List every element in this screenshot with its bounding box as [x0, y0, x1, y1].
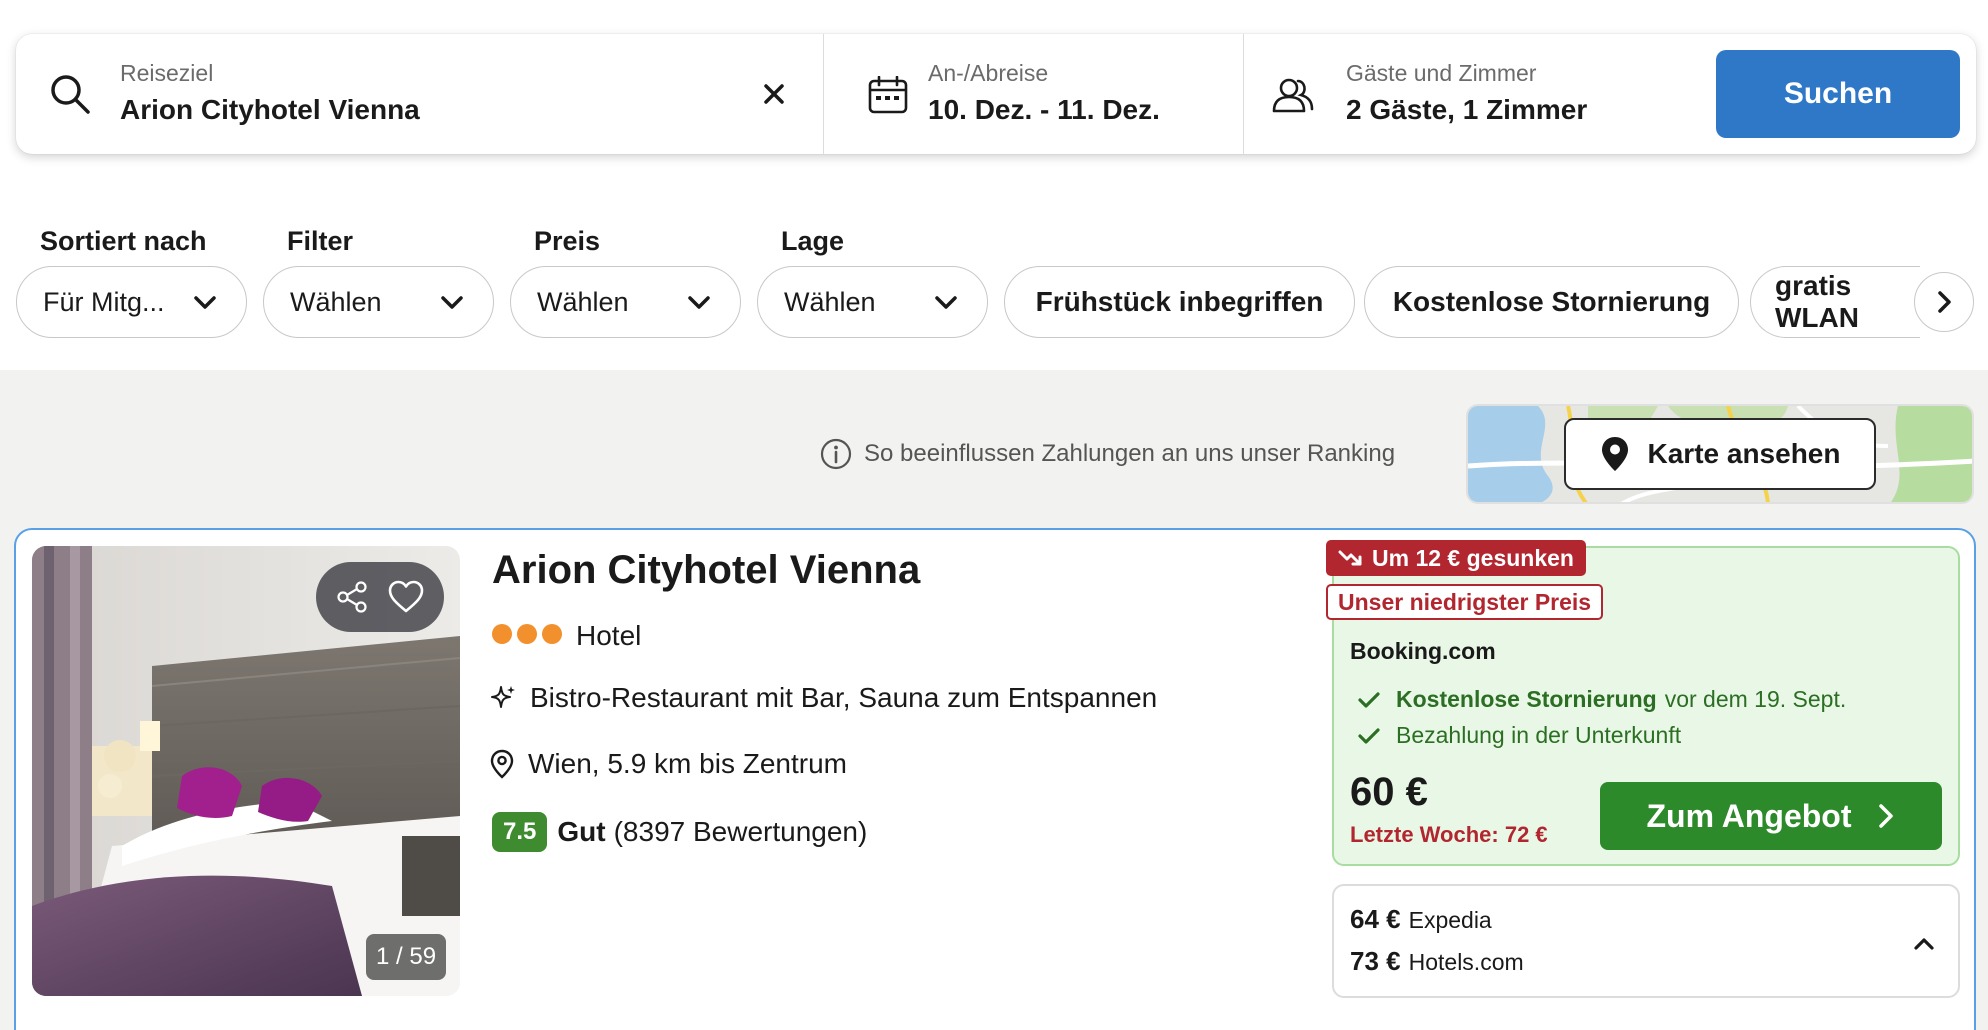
price-drop-badge: Um 12 € gesunken	[1326, 540, 1586, 576]
view-map-label: Karte ansehen	[1647, 438, 1841, 469]
chip-wifi-label: gratis WLAN	[1775, 270, 1920, 334]
filter-dropdown[interactable]: Wählen	[263, 266, 494, 338]
price-dropdown[interactable]: Wählen	[510, 266, 741, 338]
dates-label: An-/Abreise	[928, 60, 1049, 86]
trend-down-icon	[1338, 550, 1362, 566]
chip-free-cancellation[interactable]: Kostenlose Stornierung	[1364, 266, 1739, 338]
rating-word: Gut	[557, 816, 606, 847]
photo-actions	[316, 562, 444, 632]
heart-icon[interactable]	[387, 580, 425, 614]
guests-value[interactable]: 2 Gäste, 1 Zimmer	[1346, 94, 1587, 126]
calendar-icon	[868, 76, 908, 114]
other-offer-price: 73 €	[1350, 946, 1401, 976]
chevron-down-icon	[194, 296, 216, 309]
sort-label: Sortiert nach	[40, 226, 207, 256]
rating-count: (8397 Bewertungen)	[613, 816, 868, 847]
hotel-name[interactable]: Arion Cityhotel Vienna	[492, 548, 920, 593]
chip-wifi[interactable]: gratis WLAN	[1750, 266, 1920, 338]
perk-free-cancellation-rest: vor dem 19. Sept.	[1664, 686, 1847, 712]
photo-counter: 1 / 59	[366, 934, 447, 980]
other-offer-provider: Expedia	[1408, 907, 1492, 933]
clear-destination-button[interactable]	[756, 76, 792, 112]
perk-pay-at-property: Bezahlung in der Unterkunft	[1358, 722, 1681, 749]
star-dot	[492, 624, 512, 644]
location-dropdown-value: Wählen	[784, 286, 876, 317]
destination-label: Reiseziel	[120, 60, 214, 86]
chevron-down-icon	[688, 296, 710, 309]
last-week-price: Letzte Woche: 72 €	[1350, 822, 1548, 847]
offer-provider: Booking.com	[1350, 638, 1496, 664]
destination-field[interactable]: Reiseziel Arion Cityhotel Vienna	[16, 34, 824, 154]
chevron-right-icon	[1878, 804, 1893, 828]
ranking-info-text: So beeinflussen Zahlungen an uns unser R…	[864, 440, 1396, 467]
price-label: Preis	[534, 226, 601, 256]
hotel-highlight: Bistro-Restaurant mit Bar, Sauna zum Ent…	[490, 682, 1157, 714]
check-icon	[1358, 727, 1380, 744]
chevron-right-icon	[1938, 291, 1951, 313]
offer-price: 60 €	[1350, 770, 1428, 814]
guests-field[interactable]: Gäste und Zimmer 2 Gäste, 1 Zimmer	[1244, 34, 1704, 154]
chevron-down-icon	[935, 296, 957, 309]
close-icon	[764, 84, 784, 104]
chip-breakfast[interactable]: Frühstück inbegriffen	[1004, 266, 1355, 338]
sort-dropdown[interactable]: Für Mitg...	[16, 266, 247, 338]
sort-dropdown-value: Für Mitg...	[43, 286, 165, 317]
map-pin-icon	[1601, 437, 1628, 471]
filter-dropdown-value: Wählen	[290, 286, 382, 317]
other-offer-row[interactable]: 73 € Hotels.com	[1350, 946, 1524, 977]
search-icon	[51, 75, 90, 114]
hotel-type: Hotel	[576, 620, 642, 651]
dates-field[interactable]: An-/Abreise 10. Dez. - 11. Dez.	[824, 34, 1244, 154]
price-dropdown-value: Wählen	[537, 286, 629, 317]
star-dot	[542, 624, 562, 644]
hotel-rating[interactable]: 7.5 Gut (8397 Bewertungen)	[492, 812, 867, 852]
perk-pay-at-property-text: Bezahlung in der Unterkunft	[1396, 722, 1682, 748]
chevron-down-icon	[441, 296, 463, 309]
filter-label: Filter	[287, 226, 354, 256]
other-offer-row[interactable]: 64 € Expedia	[1350, 904, 1492, 935]
hotel-stars	[492, 624, 567, 644]
hotel-location: Wien, 5.9 km bis Zentrum	[490, 748, 847, 780]
view-deal-button[interactable]: Zum Angebot	[1600, 782, 1942, 850]
lowest-price-badge: Unser niedrigster Preis	[1326, 584, 1604, 620]
other-offer-provider: Hotels.com	[1408, 949, 1524, 975]
other-offer-price: 64 €	[1350, 904, 1401, 934]
guests-icon	[1272, 78, 1314, 113]
view-deal-label: Zum Angebot	[1646, 797, 1852, 834]
perk-free-cancellation: Kostenlose Stornierung vor dem 19. Sept.	[1358, 686, 1846, 713]
location-pin-icon	[490, 749, 514, 779]
dates-value[interactable]: 10. Dez. - 11. Dez.	[928, 94, 1160, 126]
ranking-info-link[interactable]: So beeinflussen Zahlungen an uns unser R…	[820, 436, 1395, 472]
check-icon	[1358, 691, 1380, 708]
perk-free-cancellation-bold: Kostenlose Stornierung	[1396, 686, 1657, 712]
hotel-highlight-text: Bistro-Restaurant mit Bar, Sauna zum Ent…	[530, 682, 1158, 713]
destination-value[interactable]: Arion Cityhotel Vienna	[120, 94, 420, 126]
price-drop-text: Um 12 € gesunken	[1372, 544, 1574, 571]
hotel-location-text: Wien, 5.9 km bis Zentrum	[528, 748, 847, 779]
filters-next-button[interactable]	[1914, 272, 1974, 332]
view-map-button[interactable]: Karte ansehen	[1564, 418, 1876, 490]
location-label: Lage	[781, 226, 845, 256]
guests-label: Gäste und Zimmer	[1346, 60, 1537, 86]
share-icon[interactable]	[335, 580, 369, 614]
search-button[interactable]: Suchen	[1716, 50, 1960, 138]
search-bar: Reiseziel Arion Cityhotel Vienna An-/Abr…	[16, 34, 1976, 154]
info-icon	[820, 438, 852, 470]
chevron-up-icon	[1914, 938, 1934, 950]
other-offers-box	[1332, 884, 1960, 998]
location-dropdown[interactable]: Wählen	[757, 266, 988, 338]
rating-score-badge: 7.5	[492, 812, 548, 852]
collapse-offers-button[interactable]	[1904, 924, 1944, 964]
sparkle-icon	[491, 686, 515, 708]
star-dot	[517, 624, 537, 644]
